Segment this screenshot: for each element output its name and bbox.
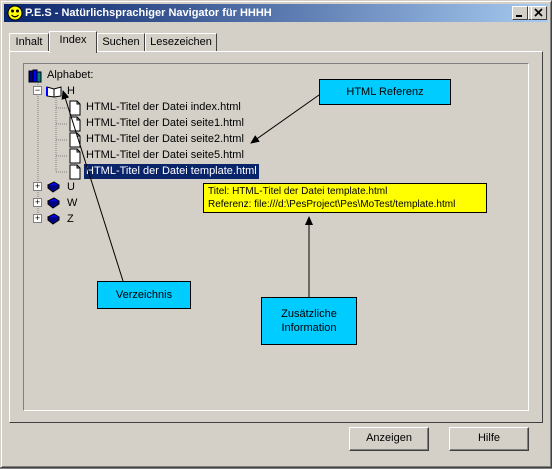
button-label: Hilfe <box>477 432 500 444</box>
annotation-arrows <box>61 90 320 297</box>
tab-label: Index <box>59 34 87 46</box>
button-label: Anzeigen <box>366 432 412 444</box>
show-button[interactable]: Anzeigen <box>349 427 429 451</box>
main-window: P.E.S - Natürlichsprachiger Navigator fü… <box>0 0 552 468</box>
tab-index[interactable]: Index <box>49 31 97 53</box>
help-button[interactable]: Hilfe <box>449 427 529 451</box>
arrow-to-directory <box>61 90 124 282</box>
arrow-to-selected-file <box>250 94 320 144</box>
